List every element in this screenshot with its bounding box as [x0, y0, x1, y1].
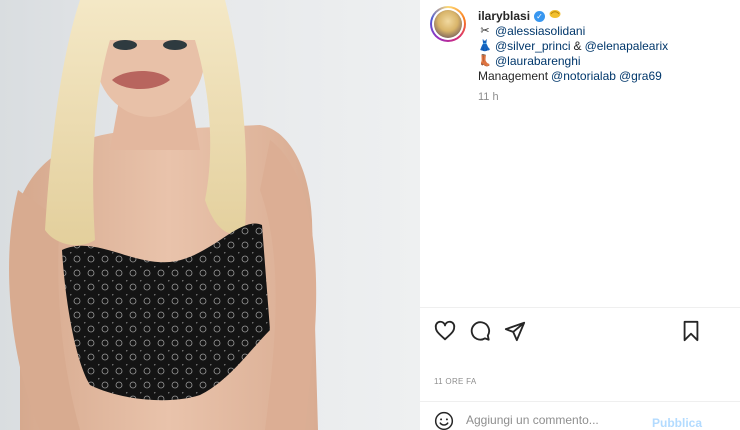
post-actions: [434, 320, 726, 342]
scissors-comb-icon: ✂: [480, 25, 490, 37]
avatar-image: [434, 10, 462, 38]
smiley-icon[interactable]: [434, 411, 454, 430]
mention-link[interactable]: @alessiasolidani: [495, 24, 585, 39]
post-date[interactable]: 11 ORE FA: [434, 377, 477, 386]
heart-icon[interactable]: [434, 320, 456, 342]
caption-joiner: &: [573, 39, 582, 53]
post-caption: ilaryblasi ✓ ✂ @alessiasolidani 👗 @silve…: [478, 9, 728, 105]
divider: [420, 307, 740, 308]
comment-form: Pubblica: [420, 401, 740, 430]
muscle-icon: [548, 9, 562, 24]
dress-icon: 👗: [478, 40, 492, 52]
comment-bubble-icon[interactable]: [469, 320, 491, 342]
relative-timestamp[interactable]: 11 h: [478, 90, 728, 105]
post-panel: ilaryblasi ✓ ✂ @alessiasolidani 👗 @silve…: [420, 0, 740, 430]
post-photo[interactable]: [0, 0, 420, 430]
avatar[interactable]: [430, 6, 466, 42]
comment-input[interactable]: [466, 413, 646, 427]
post-photo-illustration: [9, 0, 318, 430]
paper-plane-icon[interactable]: [504, 320, 526, 342]
mention-link[interactable]: @notorialab: [551, 69, 616, 84]
boot-icon: 👢: [478, 55, 492, 67]
verified-badge-icon: ✓: [534, 11, 546, 22]
username-link[interactable]: ilaryblasi: [478, 9, 530, 24]
mention-link[interactable]: @laurabarenghi: [495, 54, 581, 69]
mention-link[interactable]: @elenapalearix: [585, 39, 669, 54]
publish-button[interactable]: Pubblica: [652, 416, 702, 430]
management-label: Management: [478, 69, 549, 83]
mention-link[interactable]: @silver_princi: [495, 39, 571, 54]
bookmark-icon[interactable]: [680, 320, 702, 342]
mention-link[interactable]: @gra69: [619, 69, 662, 84]
